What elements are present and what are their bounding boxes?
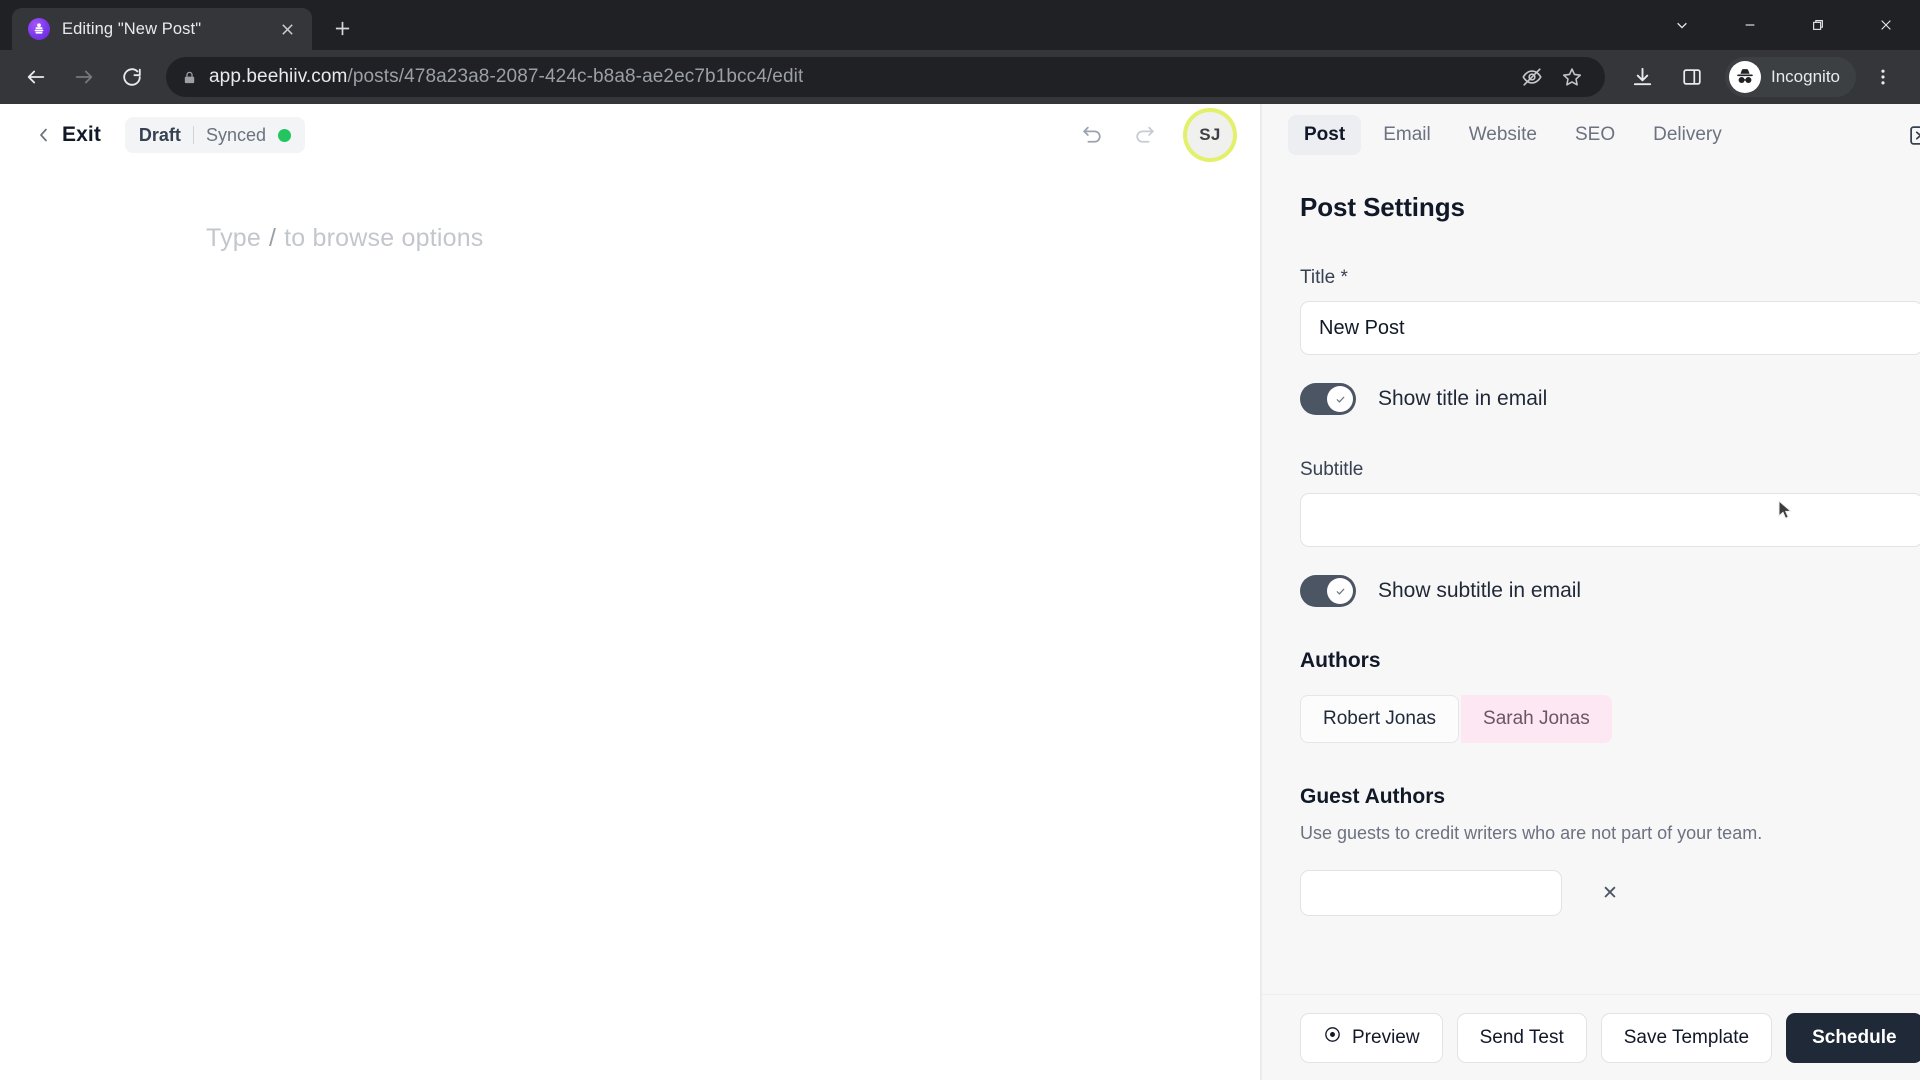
- tab-title: Editing "New Post": [62, 19, 202, 38]
- guest-authors-clear-icon[interactable]: ✕: [1602, 882, 1618, 905]
- tab-seo[interactable]: SEO: [1559, 115, 1631, 155]
- eye-icon: [1323, 1025, 1342, 1050]
- save-template-label: Save Template: [1623, 1026, 1750, 1048]
- browser-window: Editing "New Post" app.beehiiv.com/posts…: [0, 0, 1920, 1080]
- status-badge: Draft Synced: [124, 117, 305, 153]
- beehiiv-icon: [28, 18, 50, 40]
- placeholder-prefix: Type: [206, 224, 261, 252]
- back-arrow-icon[interactable]: [14, 55, 58, 99]
- eye-slash-icon[interactable]: [1515, 60, 1549, 94]
- incognito-icon: [1729, 61, 1761, 93]
- authors-list: Robert Jonas Sarah Jonas: [1300, 695, 1920, 743]
- download-icon[interactable]: [1619, 54, 1665, 100]
- toggle-knob-check-icon: [1327, 578, 1353, 604]
- tab-strip: Editing "New Post": [0, 0, 362, 50]
- author-chip-robert-jonas[interactable]: Robert Jonas: [1300, 695, 1460, 743]
- placeholder-slash: /: [269, 224, 277, 252]
- schedule-button[interactable]: Schedule: [1786, 1012, 1920, 1063]
- guest-authors-input[interactable]: [1300, 870, 1562, 916]
- show-subtitle-in-email-row[interactable]: Show subtitle in email: [1300, 575, 1920, 607]
- settings-tabs: Post Email Website SEO Delivery: [1262, 104, 1920, 166]
- editor-top-bar: Exit Draft Synced SJ: [0, 104, 1261, 166]
- star-icon[interactable]: [1555, 60, 1589, 94]
- exit-button[interactable]: Exit: [36, 123, 101, 147]
- close-icon[interactable]: [1852, 0, 1920, 50]
- author-chip-sarah-jonas[interactable]: Sarah Jonas: [1461, 695, 1612, 743]
- collapse-panel-icon[interactable]: [1903, 117, 1920, 153]
- show-subtitle-in-email-toggle[interactable]: [1300, 575, 1356, 607]
- show-title-in-email-label: Show title in email: [1378, 387, 1548, 410]
- url-host: app.beehiiv.com: [209, 66, 348, 87]
- settings-content: Post Settings Title * New Post Show titl…: [1262, 166, 1920, 994]
- profile-incognito-button[interactable]: Incognito: [1725, 57, 1856, 97]
- show-title-in-email-row[interactable]: Show title in email: [1300, 383, 1920, 415]
- guest-authors-controls: ✕: [1300, 870, 1920, 916]
- minimize-icon[interactable]: [1716, 0, 1784, 50]
- page-viewport: Exit Draft Synced SJ Type / to browse op…: [0, 104, 1920, 1080]
- lock-icon: [182, 70, 197, 85]
- url-text: app.beehiiv.com/posts/478a23a8-2087-424c…: [209, 66, 803, 88]
- browser-titlebar: Editing "New Post": [0, 0, 1920, 50]
- tab-email-label: Email: [1383, 124, 1431, 145]
- title-input[interactable]: New Post: [1300, 301, 1920, 355]
- preview-label: Preview: [1352, 1026, 1420, 1048]
- draft-label: Draft: [138, 124, 181, 145]
- side-panel-icon[interactable]: [1669, 54, 1715, 100]
- save-template-button[interactable]: Save Template: [1600, 1012, 1773, 1063]
- send-test-label: Send Test: [1479, 1026, 1564, 1048]
- sync-status-dot: [277, 128, 291, 142]
- schedule-label: Schedule: [1812, 1026, 1897, 1048]
- window-controls: [1648, 0, 1920, 50]
- authors-heading: Authors: [1300, 649, 1381, 672]
- tab-delivery[interactable]: Delivery: [1637, 115, 1738, 155]
- toggle-knob-check-icon: [1327, 386, 1353, 412]
- synced-label: Synced: [205, 124, 266, 145]
- tab-post[interactable]: Post: [1288, 115, 1362, 155]
- forward-arrow-icon[interactable]: [62, 55, 106, 99]
- tab-post-label: Post: [1304, 124, 1346, 145]
- tab-email[interactable]: Email: [1367, 115, 1447, 155]
- undo-icon[interactable]: [1075, 118, 1109, 152]
- tab-search-icon[interactable]: [1648, 0, 1716, 50]
- show-subtitle-in-email-label: Show subtitle in email: [1378, 579, 1582, 602]
- editor-placeholder: Type / to browse options: [206, 224, 1261, 253]
- browser-tab[interactable]: Editing "New Post": [12, 8, 312, 50]
- maximize-icon[interactable]: [1784, 0, 1852, 50]
- status-divider: [192, 126, 194, 144]
- url-path: /posts/478a23a8-2087-424c-b8a8-ae2ec7b1b…: [347, 66, 804, 87]
- post-editor-pane: Exit Draft Synced SJ Type / to browse op…: [0, 104, 1261, 1080]
- show-title-in-email-toggle[interactable]: [1300, 383, 1356, 415]
- preview-button[interactable]: Preview: [1300, 1012, 1443, 1063]
- title-field-label: Title *: [1300, 267, 1348, 288]
- editor-actions: SJ: [1075, 112, 1233, 158]
- avatar[interactable]: SJ: [1187, 112, 1233, 158]
- new-tab-button[interactable]: [322, 8, 362, 48]
- three-dot-menu-icon[interactable]: [1860, 54, 1906, 100]
- send-test-button[interactable]: Send Test: [1456, 1012, 1587, 1063]
- tab-website[interactable]: Website: [1453, 115, 1553, 155]
- subtitle-input[interactable]: [1300, 493, 1920, 547]
- guest-authors-description: Use guests to credit writers who are not…: [1300, 823, 1763, 843]
- avatar-initials: SJ: [1199, 125, 1221, 144]
- address-bar[interactable]: app.beehiiv.com/posts/478a23a8-2087-424c…: [166, 57, 1605, 97]
- chevron-left-icon: [36, 127, 52, 143]
- reload-icon[interactable]: [110, 55, 154, 99]
- browser-toolbar: app.beehiiv.com/posts/478a23a8-2087-424c…: [0, 50, 1920, 104]
- tab-delivery-label: Delivery: [1653, 124, 1722, 145]
- settings-panel: Post Email Website SEO Delivery Post Set…: [1261, 104, 1920, 1080]
- editor-canvas[interactable]: Type / to browse options: [0, 166, 1261, 1080]
- placeholder-suffix: to browse options: [284, 224, 484, 252]
- tab-website-label: Website: [1468, 124, 1537, 145]
- omnibox-actions: [1515, 60, 1589, 94]
- page-title: Post Settings: [1300, 192, 1465, 222]
- profile-label: Incognito: [1771, 67, 1840, 86]
- exit-label: Exit: [62, 123, 101, 146]
- settings-footer-actions: Preview Send Test Save Template Schedule: [1262, 994, 1920, 1080]
- guest-authors-heading: Guest Authors: [1300, 785, 1446, 808]
- tab-seo-label: SEO: [1575, 124, 1616, 145]
- tab-close-icon[interactable]: [274, 16, 300, 42]
- subtitle-field-label: Subtitle: [1300, 459, 1364, 480]
- redo-icon[interactable]: [1127, 118, 1161, 152]
